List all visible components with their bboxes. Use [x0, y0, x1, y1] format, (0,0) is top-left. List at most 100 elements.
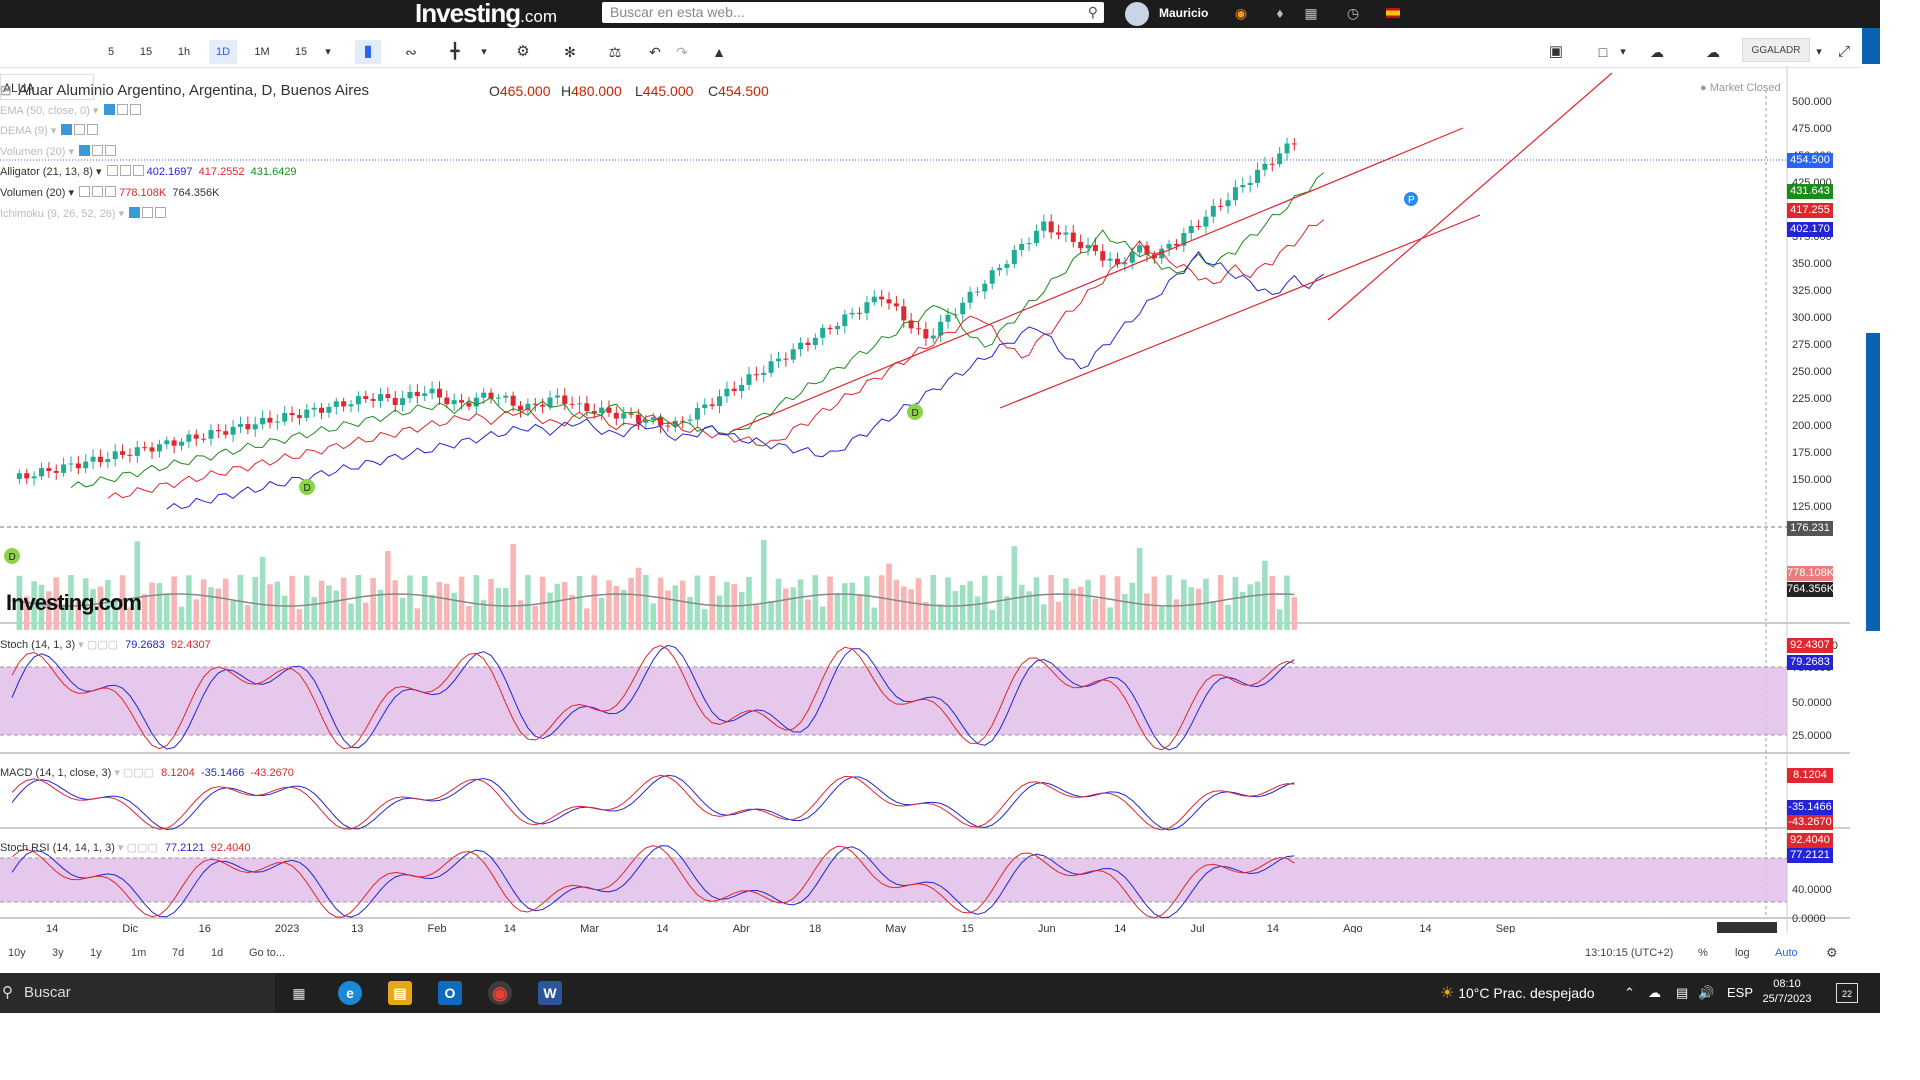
word-icon[interactable]: W	[538, 981, 562, 1005]
volume-bar	[1033, 577, 1040, 630]
stoch-value-label: 92.4307	[1787, 638, 1833, 653]
range-1m[interactable]: 1m	[131, 947, 146, 959]
volume-bar	[1122, 593, 1128, 630]
volume-bar	[1063, 578, 1069, 630]
site-logo[interactable]: Investing.com	[415, 0, 557, 28]
edge-icon[interactable]: e	[338, 981, 362, 1005]
candle	[871, 296, 877, 303]
price-axis: 500.000475.000450.000425.000400.000375.0…	[46, 96, 1838, 933]
stochrsi-band	[0, 858, 1787, 902]
volume-bar	[259, 556, 266, 630]
taskbar-search[interactable]: ⚲ Buscar	[0, 973, 275, 1013]
windows-taskbar: ⚲ Buscar ▦ e ▤ O ◉ W ☀ 10°C Prac. despeja…	[0, 973, 1880, 1013]
search-icon[interactable]: ⚲	[1088, 2, 1098, 23]
candle	[849, 312, 855, 315]
volume-bar	[864, 576, 870, 630]
price-chart[interactable]: DDDP 500.000475.000450.000425.000400.000…	[0, 28, 1862, 933]
time-tick: Abr	[733, 923, 750, 933]
stoch-tick: 25.0000	[1792, 730, 1832, 742]
volume-bar	[289, 575, 295, 630]
volume-bar	[407, 575, 413, 630]
candle	[378, 394, 383, 401]
volume-bar	[340, 577, 347, 630]
alligator-lips-line	[70, 172, 1325, 488]
weather-widget[interactable]: ☀ 10°C Prac. despejado	[1440, 973, 1595, 1014]
candle	[650, 417, 656, 420]
time-tick: 16	[199, 923, 211, 933]
price-tick: 300.000	[1792, 312, 1832, 324]
chrome-icon[interactable]: ◉	[488, 981, 512, 1005]
notifications-icon[interactable]: 22	[1836, 983, 1858, 1003]
bell-icon[interactable]: ♦	[1271, 4, 1289, 22]
candle	[1240, 185, 1246, 188]
earnings-marker-label: P	[1408, 195, 1415, 206]
percent-toggle[interactable]: %	[1698, 947, 1708, 959]
candle	[1262, 163, 1268, 170]
goto-button[interactable]: Go to...	[249, 947, 285, 959]
time-tick: 14	[656, 923, 668, 933]
candle	[333, 401, 339, 407]
volume-bar	[930, 575, 937, 630]
site-search-input[interactable]: Buscar en esta web... ⚲	[602, 2, 1104, 23]
candle	[820, 327, 826, 338]
stochrsi-legend[interactable]: Stoch RSI (14, 14, 1, 3) ▾ ▢▢▢ 77.2121 9…	[0, 841, 251, 854]
clock-icon[interactable]: ◷	[1344, 4, 1362, 22]
candle	[518, 405, 524, 411]
macd-legend[interactable]: MACD (14, 1, close, 3) ▾ ▢▢▢ 8.1204 -35.…	[0, 766, 294, 779]
candle	[1247, 182, 1253, 186]
candle	[311, 407, 317, 410]
volume-bar	[628, 577, 634, 630]
macd-value-label: 8.1204	[1787, 768, 1833, 783]
portfolio-icon[interactable]: ▦	[1302, 4, 1320, 22]
volume-bar	[156, 583, 163, 630]
tray-chevron-icon[interactable]: ⌃	[1624, 973, 1635, 1013]
stoch-legend[interactable]: Stoch (14, 1, 3) ▾ ▢▢▢ 79.2683 92.4307	[0, 638, 211, 651]
system-clock[interactable]: 08:10 25/7/2023	[1761, 977, 1813, 1007]
volume-icon[interactable]: 🔊	[1698, 973, 1714, 1013]
candle	[31, 476, 37, 479]
volume-bar	[222, 578, 229, 630]
volume-bar	[1291, 596, 1298, 630]
log-toggle[interactable]: log	[1735, 947, 1750, 959]
avatar	[1125, 2, 1149, 26]
candle	[422, 393, 428, 396]
candle	[731, 388, 737, 392]
settings-icon[interactable]: ⚙	[1826, 945, 1838, 961]
pro-icon[interactable]: ◉	[1232, 4, 1250, 22]
volume-bar	[849, 582, 855, 630]
outlook-icon[interactable]: O	[438, 981, 462, 1005]
candle	[1004, 264, 1010, 268]
task-view-icon[interactable]: ▦	[287, 981, 311, 1005]
candle	[38, 468, 44, 477]
onedrive-icon[interactable]: ☁	[1648, 973, 1661, 1013]
spain-flag-icon[interactable]	[1386, 8, 1400, 18]
stochrsi-value-label: 92.4040	[1787, 833, 1833, 848]
range-7d[interactable]: 7d	[172, 947, 184, 959]
volume-bar	[878, 575, 885, 630]
candle	[120, 451, 126, 455]
range-1d[interactable]: 1d	[211, 947, 223, 959]
candle	[400, 398, 406, 405]
macd-value-label: -43.2670	[1787, 815, 1833, 830]
time-tick: 14	[1419, 923, 1431, 933]
volume-bar	[1225, 604, 1231, 630]
file-explorer-icon[interactable]: ▤	[388, 981, 412, 1005]
candle	[1063, 232, 1069, 235]
volume-bar	[355, 575, 362, 630]
candle	[1232, 187, 1238, 201]
time-tick: May	[885, 923, 906, 933]
logo-text: Investing	[415, 0, 521, 28]
range-1y[interactable]: 1y	[90, 947, 102, 959]
candle	[105, 459, 111, 463]
candle	[451, 400, 457, 405]
range-3y[interactable]: 3y	[52, 947, 64, 959]
search-placeholder: Buscar en esta web...	[610, 4, 745, 20]
language-indicator[interactable]: ESP	[1727, 973, 1753, 1013]
range-10y[interactable]: 10y	[8, 947, 26, 959]
candle	[1137, 245, 1143, 253]
auto-toggle[interactable]: Auto	[1775, 947, 1798, 959]
user-menu[interactable]: Mauricio	[1125, 2, 1208, 26]
candle	[164, 440, 170, 445]
price-label: 176.231	[1787, 521, 1833, 536]
network-icon[interactable]: ▤	[1676, 973, 1688, 1013]
